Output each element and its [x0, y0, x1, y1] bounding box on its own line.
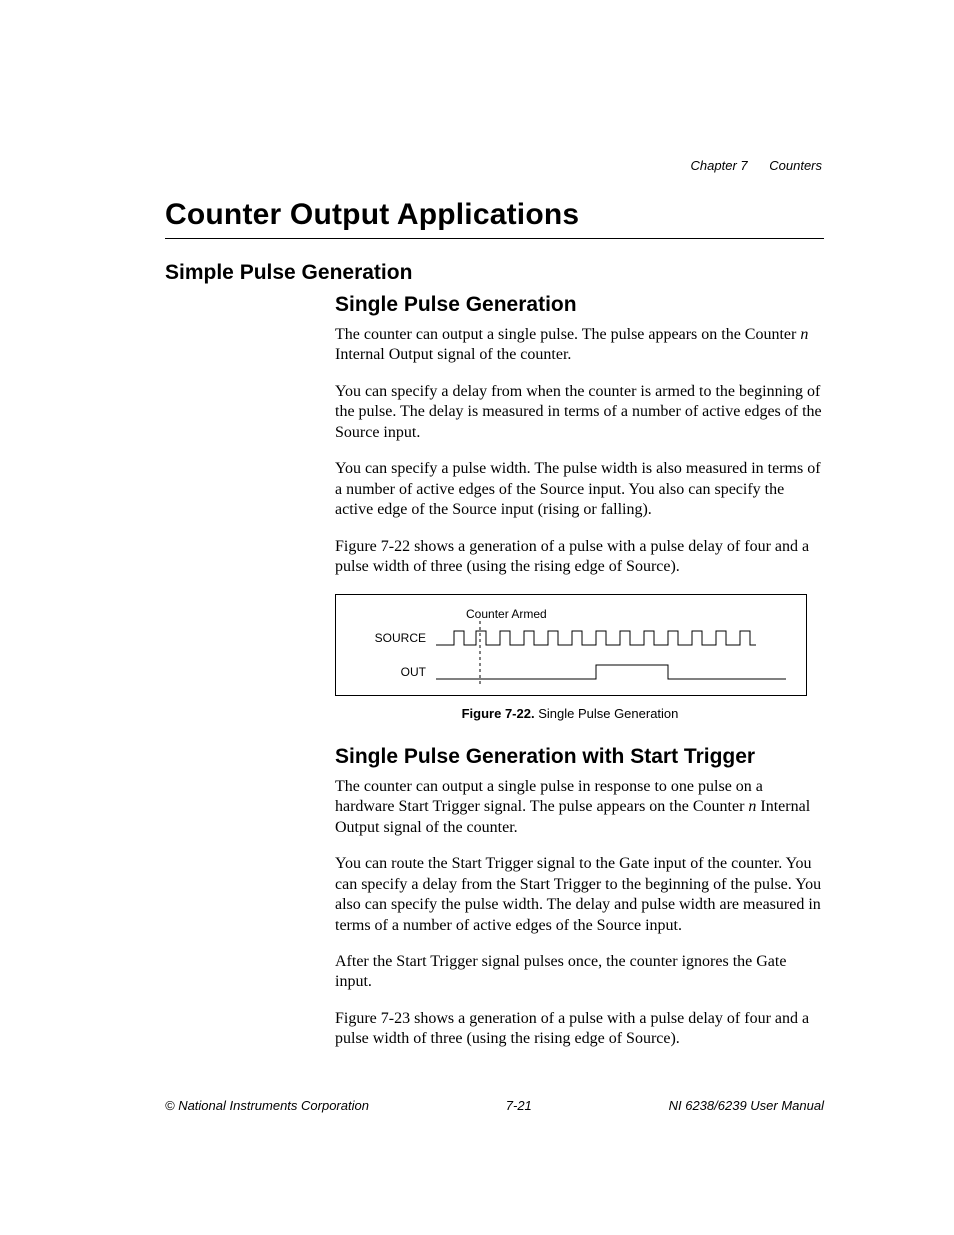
- figure-caption-number: Figure 7-22.: [462, 706, 535, 721]
- section1-heading: Single Pulse Generation: [335, 293, 824, 317]
- p1-text-a: The counter can output a single pulse. T…: [335, 326, 800, 343]
- body-column: Single Pulse Generation The counter can …: [335, 293, 824, 1050]
- header-title: Counters: [769, 158, 822, 173]
- section2-heading: Single Pulse Generation with Start Trigg…: [335, 745, 824, 769]
- out-label: OUT: [336, 665, 426, 679]
- section1-para1: The counter can output a single pulse. T…: [335, 325, 824, 366]
- header-chapter: Chapter 7: [691, 158, 748, 173]
- section2-para1: The counter can output a single pulse in…: [335, 777, 824, 838]
- section1-para2: You can specify a delay from when the co…: [335, 382, 824, 443]
- section2-para4: Figure 7-23 shows a generation of a puls…: [335, 1009, 824, 1050]
- footer-left: © National Instruments Corporation: [165, 1098, 369, 1113]
- main-heading: Counter Output Applications: [165, 198, 824, 232]
- page-footer: © National Instruments Corporation 7-21 …: [165, 1098, 824, 1113]
- footer-right: NI 6238/6239 User Manual: [669, 1098, 824, 1113]
- section2-para2: You can route the Start Trigger signal t…: [335, 854, 824, 936]
- counter-armed-label: Counter Armed: [466, 607, 547, 621]
- section2-para3: After the Start Trigger signal pulses on…: [335, 952, 824, 993]
- footer-center: 7-21: [506, 1098, 532, 1113]
- p1-text-b: Internal Output signal of the counter.: [335, 346, 571, 363]
- section1-para3: You can specify a pulse width. The pulse…: [335, 459, 824, 520]
- p1-var-n: n: [800, 326, 808, 343]
- subsection-heading: Simple Pulse Generation: [165, 261, 824, 285]
- source-label: SOURCE: [336, 631, 426, 645]
- page: Chapter 7 Counters Counter Output Applic…: [0, 0, 954, 1235]
- figure-7-22: Counter Armed SOURCE OUT: [335, 594, 807, 696]
- heading-rule: [165, 238, 824, 239]
- section1-para4: Figure 7-22 shows a generation of a puls…: [335, 537, 824, 578]
- running-header: Chapter 7 Counters: [691, 158, 822, 173]
- s2p1-text-a: The counter can output a single pulse in…: [335, 778, 763, 815]
- figure-caption-text: Single Pulse Generation: [535, 706, 679, 721]
- figure-caption: Figure 7-22. Single Pulse Generation: [335, 706, 805, 721]
